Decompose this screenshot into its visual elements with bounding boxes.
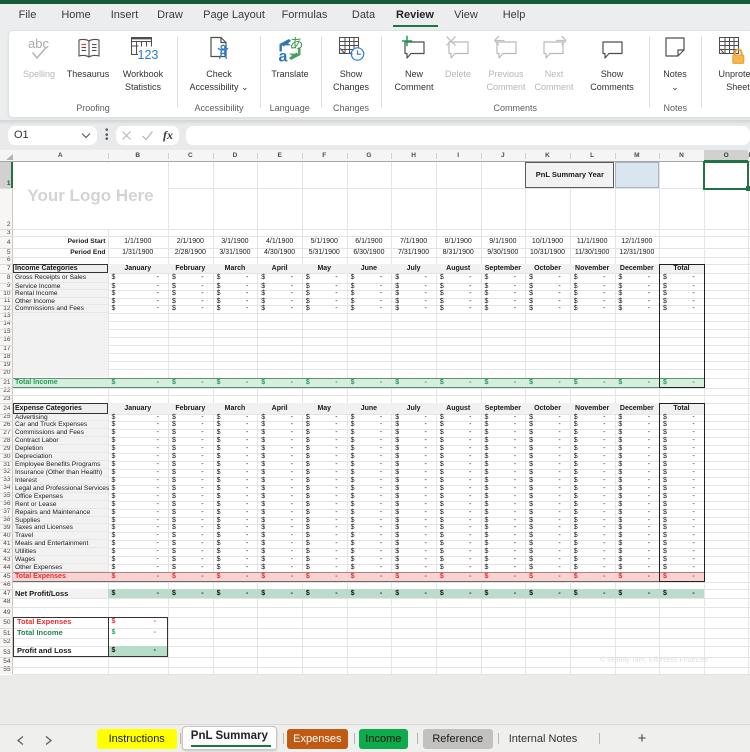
svg-text:a: a: [279, 49, 288, 64]
svg-text:123: 123: [138, 48, 159, 62]
svg-text:あ: あ: [290, 36, 304, 52]
svg-text:abc: abc: [28, 36, 49, 51]
